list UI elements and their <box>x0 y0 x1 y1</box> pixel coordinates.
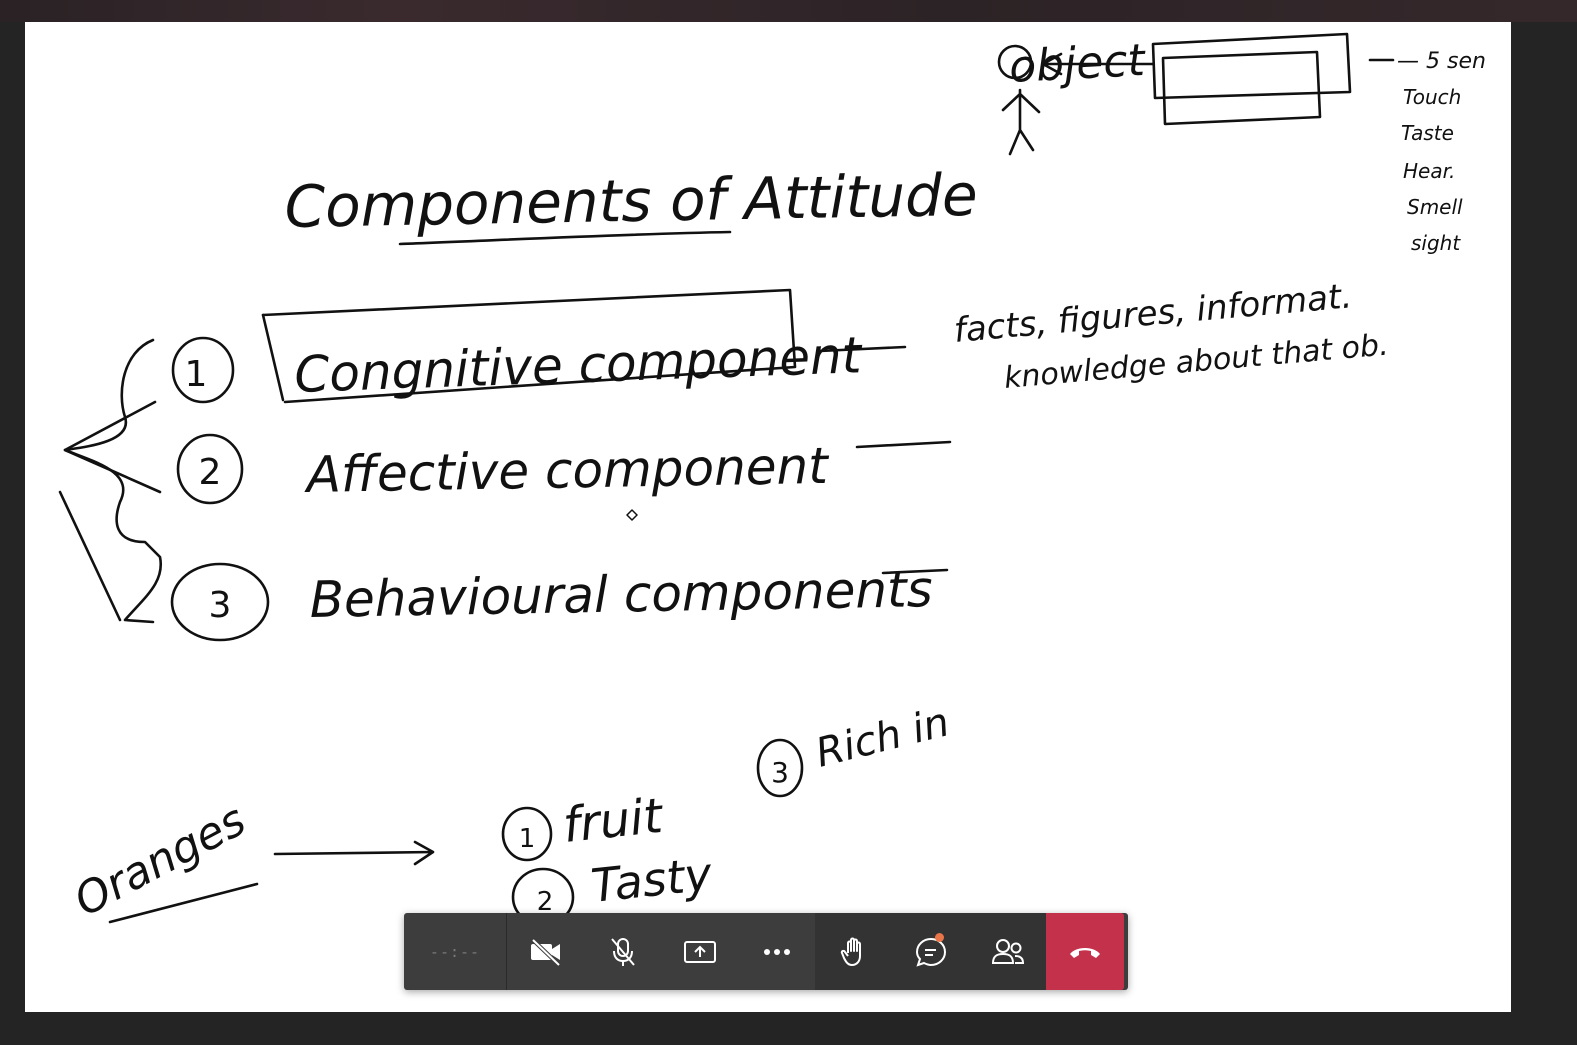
example-number-1: 1 <box>519 824 536 854</box>
share-screen-button[interactable] <box>661 913 738 990</box>
cursor-mark <box>626 509 638 521</box>
more-icon <box>763 948 790 955</box>
object-label: object <box>1008 35 1148 93</box>
more-options-button[interactable] <box>738 913 815 990</box>
chat-button[interactable] <box>892 913 969 990</box>
object-box-inner <box>1151 32 1352 100</box>
senses-header: — 5 sen <box>1397 49 1486 74</box>
example-text-3: Rich in <box>811 699 954 776</box>
participants-button[interactable] <box>969 913 1046 990</box>
item-label-cognitive: Congnitive component <box>293 326 864 404</box>
sense-item: Smell <box>1407 195 1463 219</box>
mic-off-icon <box>610 937 635 966</box>
title-text: Components of Attitude <box>284 161 978 241</box>
mic-toggle-button[interactable] <box>584 913 661 990</box>
window-top-bar <box>0 0 1577 22</box>
whiteboard-canvas[interactable]: Components of Attitude object — 5 sen To… <box>25 22 1511 1012</box>
object-box-outer <box>1161 50 1322 126</box>
sense-item: Hear. <box>1403 159 1455 183</box>
meeting-controls <box>815 913 1046 990</box>
example-text-1: fruit <box>560 788 667 854</box>
example-number-3: 3 <box>771 756 789 789</box>
phone-hangup-icon <box>1070 947 1100 958</box>
sense-item: sight <box>1411 231 1461 255</box>
whiteboard-text: Components of Attitude object — 5 sen To… <box>66 35 1486 927</box>
people-icon <box>991 938 1024 964</box>
raise-hand-button[interactable] <box>815 913 892 990</box>
media-controls <box>507 913 815 990</box>
item-number-1: 1 <box>185 354 208 395</box>
camera-off-icon <box>530 938 560 966</box>
whiteboard-drawing: Components of Attitude object — 5 sen To… <box>58 32 1486 927</box>
chat-unread-badge <box>935 933 944 942</box>
brace-diagonal <box>58 490 122 622</box>
sense-item: Touch <box>1403 85 1461 109</box>
camera-toggle-button[interactable] <box>507 913 584 990</box>
item-label-behavioural: Behavioural components <box>309 560 933 629</box>
affective-dash <box>855 440 952 449</box>
item-label-affective: Affective component <box>303 437 830 504</box>
sense-item: Taste <box>1401 121 1454 145</box>
hang-up-button[interactable] <box>1046 913 1124 990</box>
left-brace <box>63 338 163 624</box>
item-number-2: 2 <box>199 452 222 493</box>
hand-icon <box>840 937 861 966</box>
item-number-3: 3 <box>209 585 232 626</box>
call-timer: --:-- <box>404 913 507 990</box>
call-toolbar: --:-- <box>404 913 1128 990</box>
svg-text:Components of Attitude: Components of Attitude <box>284 161 978 241</box>
example-subject: Oranges <box>66 795 254 927</box>
stick-figure-body <box>1001 88 1041 156</box>
share-screen-icon <box>683 940 716 963</box>
example-text-2: Tasty <box>589 847 715 913</box>
oranges-arrow <box>273 840 435 866</box>
